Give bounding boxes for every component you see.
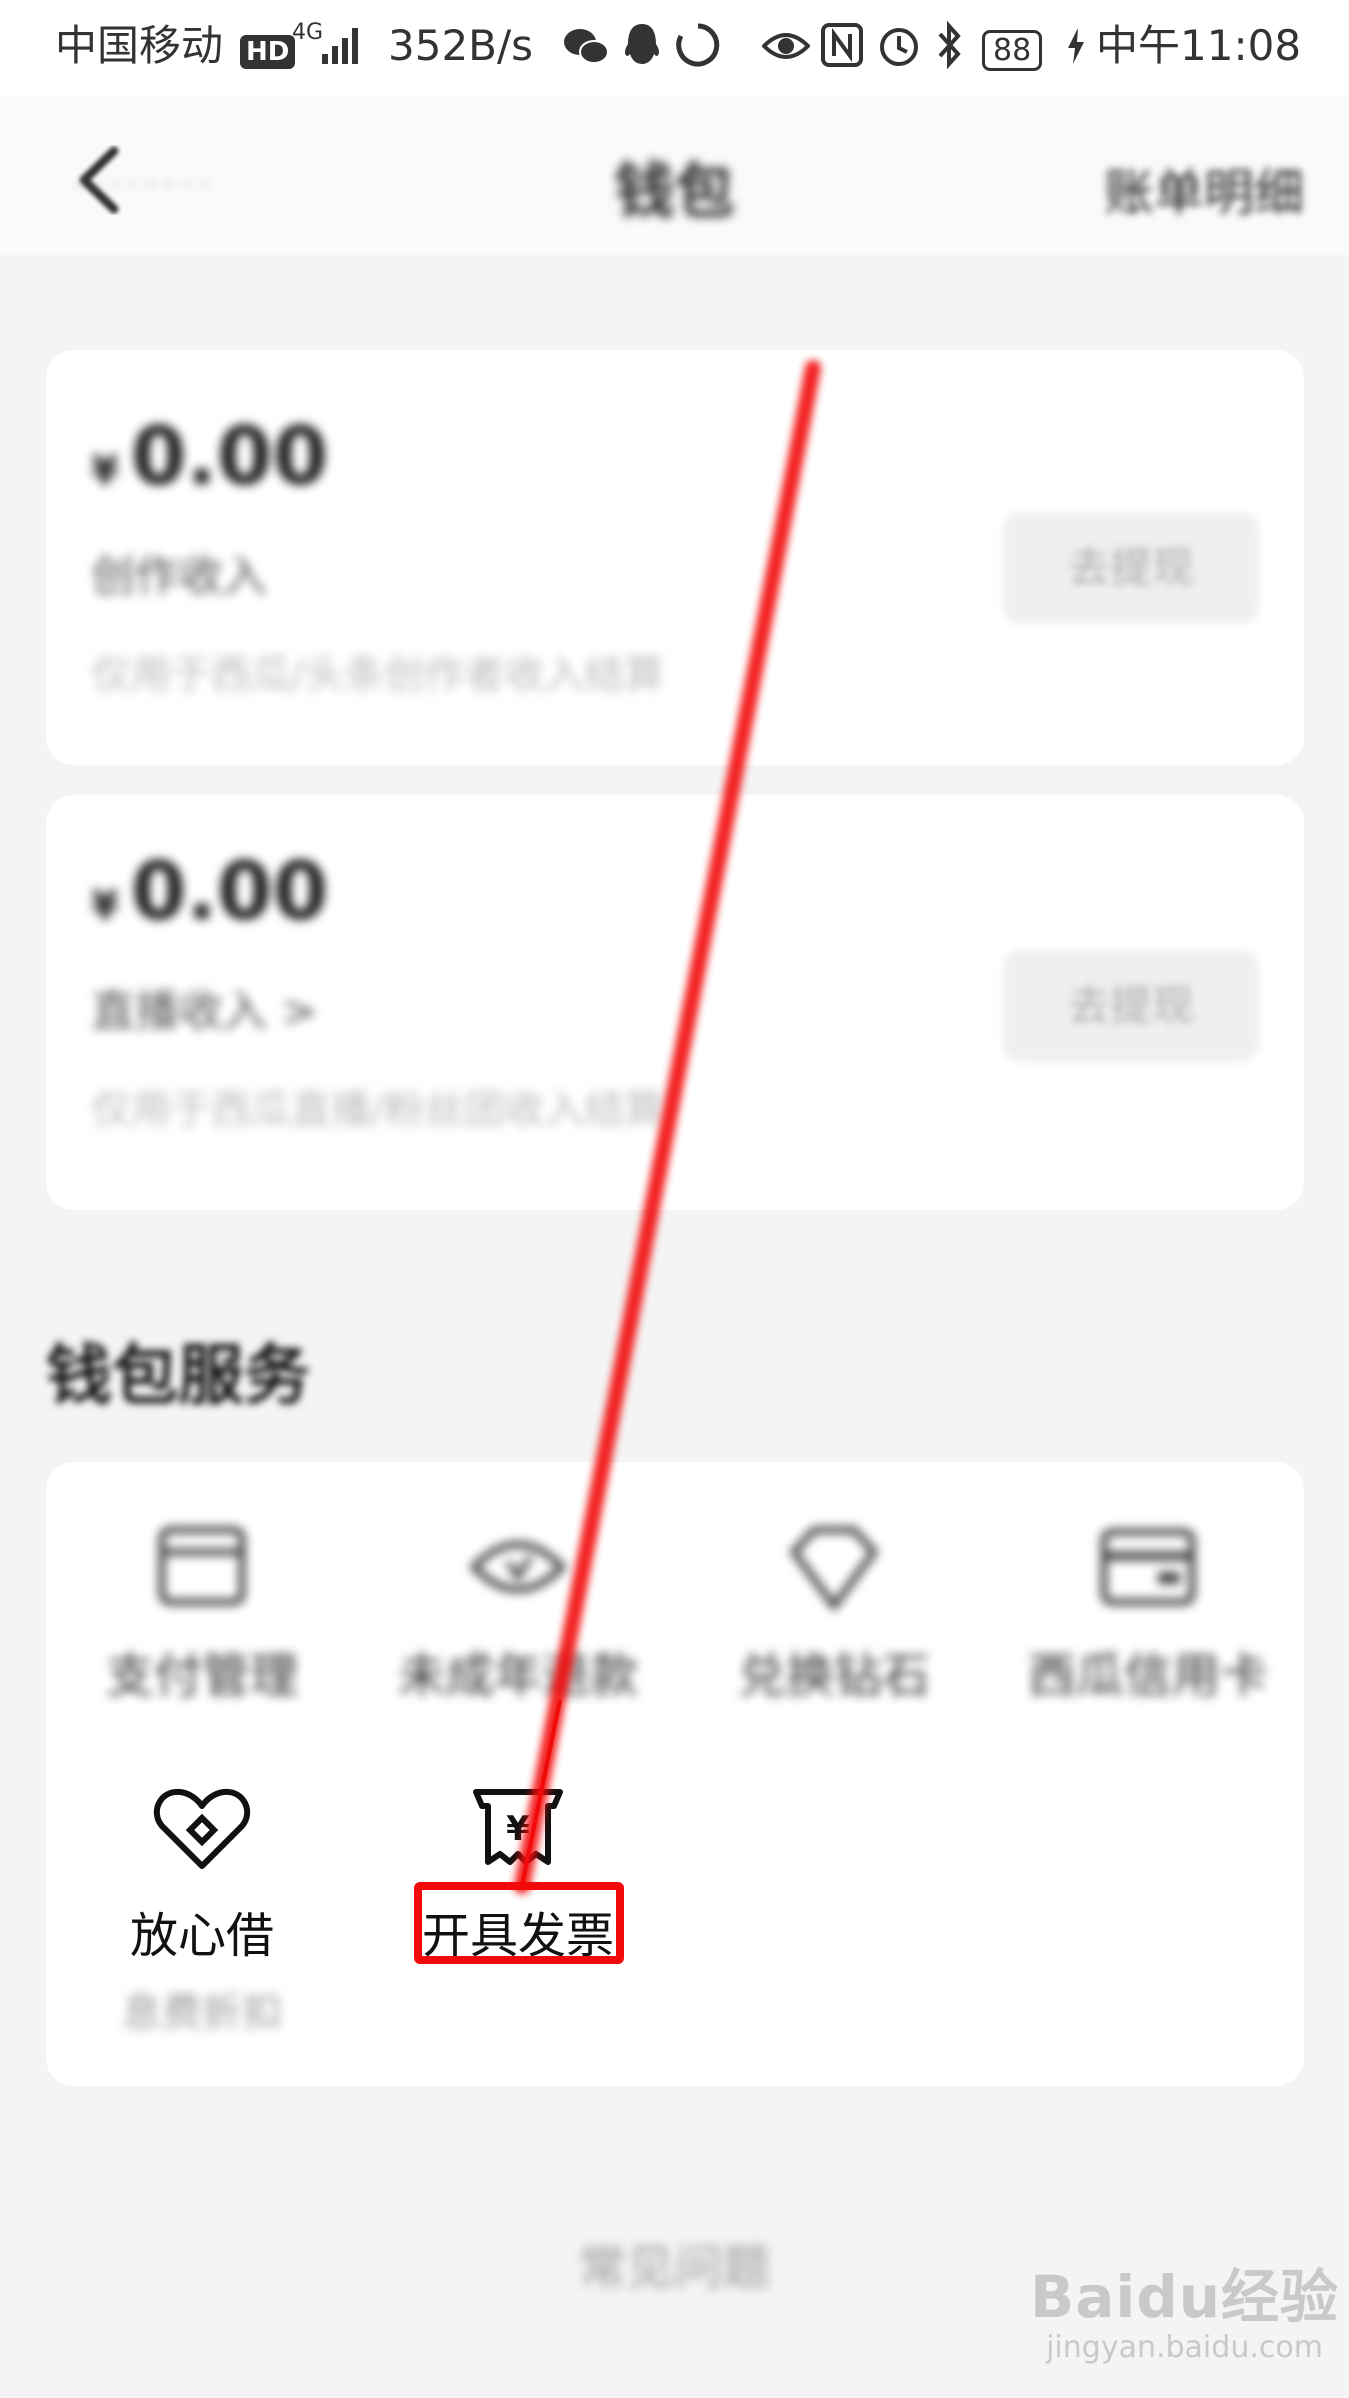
baidu-watermark: Baidu经验 jingyan.baidu.com (1030, 2263, 1340, 2365)
annotation-arrow (514, 360, 821, 1894)
